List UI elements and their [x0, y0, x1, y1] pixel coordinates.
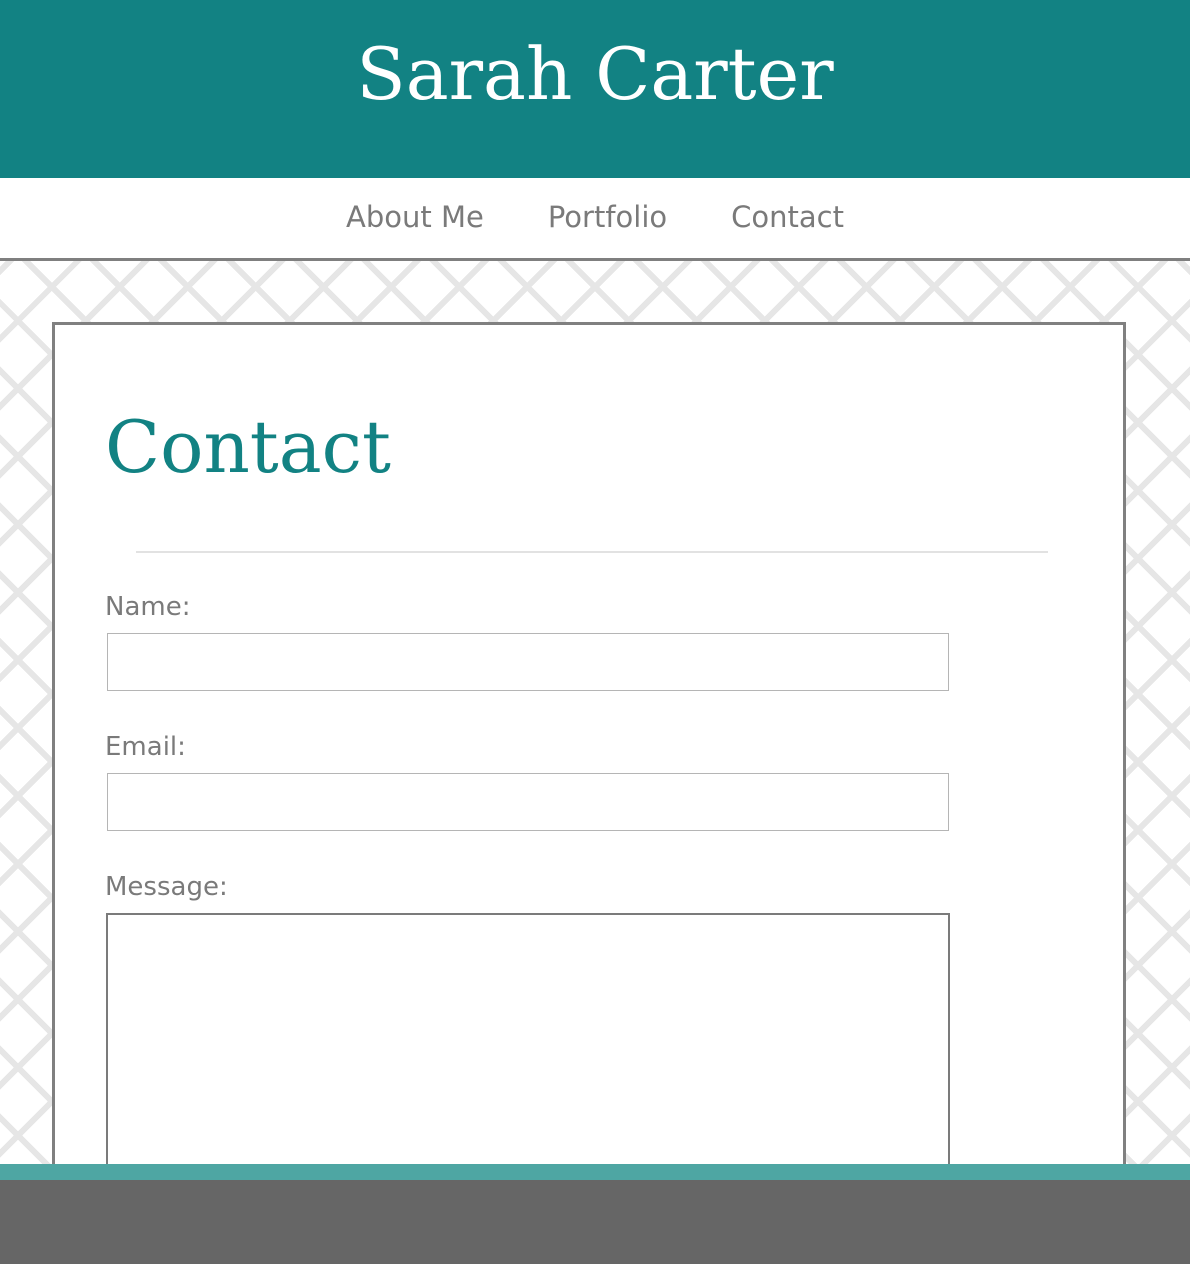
site-footer — [0, 1180, 1190, 1264]
content-card: Contact Name: Email: Message: — [52, 322, 1126, 1222]
name-input[interactable] — [107, 633, 949, 691]
nav-link-portfolio[interactable]: Portfolio — [548, 200, 667, 234]
email-label: Email: — [105, 732, 186, 762]
site-title: Sarah Carter — [356, 32, 834, 116]
message-label: Message: — [105, 872, 228, 902]
main-nav: About Me Portfolio Contact — [0, 178, 1190, 261]
page-heading: Contact — [105, 405, 391, 489]
nav-link-contact[interactable]: Contact — [731, 200, 844, 234]
footer-accent-bar — [0, 1164, 1190, 1180]
email-input[interactable] — [107, 773, 949, 831]
site-header: Sarah Carter — [0, 0, 1190, 178]
nav-link-about-me[interactable]: About Me — [346, 200, 484, 234]
heading-divider — [136, 551, 1048, 553]
name-label: Name: — [105, 592, 191, 622]
